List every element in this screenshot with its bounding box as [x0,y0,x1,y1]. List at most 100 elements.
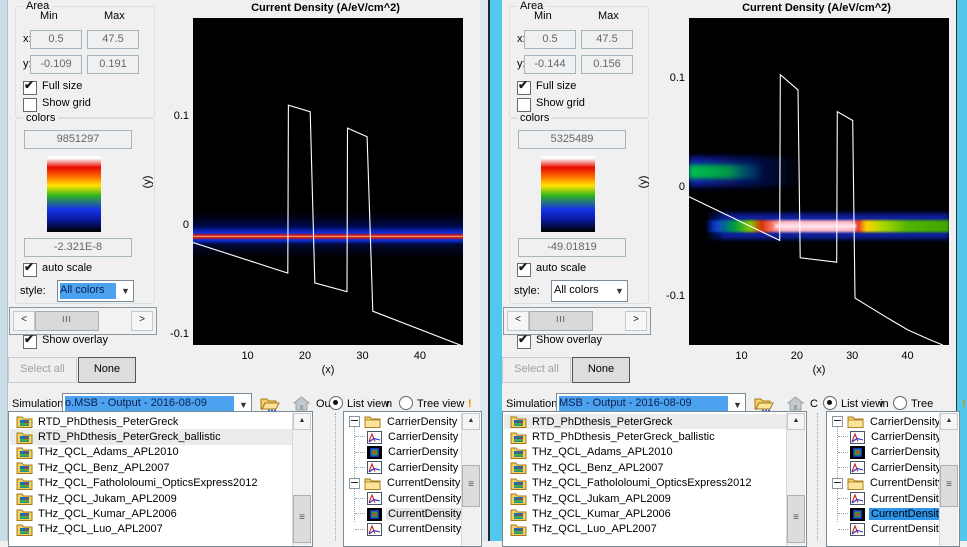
list-item[interactable]: THz_QCL_Kumar_APL2006 [10,506,292,521]
style-combo[interactable]: All colors ▼ [551,280,628,302]
list-item[interactable]: RTD_PhDthesis_PeterGreck_ballistic [504,429,786,444]
heatmap-icon [850,446,865,459]
list-item[interactable]: THz_QCL_Luo_APL2007 [504,522,786,537]
scroll-up-button[interactable]: ▲ [293,413,311,430]
scroll-up-button[interactable]: ▲ [462,413,480,430]
x-min-field[interactable]: 0.5 [524,30,576,49]
tree-group[interactable]: CurrentDensity [346,476,462,491]
none-button[interactable]: None [78,357,136,383]
scrollbar-thumb[interactable]: ≡ [787,495,805,543]
list-item[interactable]: THz_QCL_Jukam_APL2009 [504,491,786,506]
auto-scale-checkbox[interactable]: ✔ [23,263,37,277]
list-item[interactable]: THz_QCL_Benz_APL2007 [504,460,786,475]
tree-item[interactable]: CurrentDensity [346,522,462,537]
color-min-value[interactable]: -49.01819 [518,238,626,257]
select-all-button[interactable]: Select all [502,357,571,383]
list-item[interactable]: RTD_PhDthesis_PeterGreck [504,414,786,429]
list-item[interactable]: RTD_PhDthesis_PeterGreck [10,414,292,429]
heatmap-plot[interactable] [689,18,949,345]
tree-item[interactable]: CarrierDensity [346,460,462,475]
tree-item[interactable]: CurrentDensity [346,506,462,521]
show-grid-checkbox[interactable] [23,98,37,112]
chevron-down-icon[interactable]: ▼ [612,281,627,301]
tree-group[interactable]: CarrierDensity [829,414,940,429]
color-max-value[interactable]: 5325489 [518,130,626,149]
scroll-left-button[interactable]: < [13,311,35,331]
list-item[interactable]: THz_QCL_Adams_APL2010 [504,445,786,460]
chevron-down-icon[interactable]: ▼ [118,281,133,301]
style-combo[interactable]: All colors ▼ [57,280,134,302]
scrollbar-thumb[interactable]: III [35,311,99,331]
x-max-field[interactable]: 47.5 [87,30,139,49]
color-min-value[interactable]: -2.321E-8 [24,238,132,257]
y-max-field[interactable]: 0.156 [581,55,633,74]
tree-item[interactable]: CarrierDensity [829,445,940,460]
y-min-field[interactable]: -0.144 [524,55,576,74]
tree-item[interactable]: CurrentDensity [829,491,940,506]
scrollbar-thumb[interactable]: ≡ [462,465,480,507]
list-scrollbar[interactable]: ▲ ≡ [786,413,805,546]
list-item-label: THz_QCL_Benz_APL2007 [38,462,169,474]
tree-collapse-toggle[interactable] [832,478,843,489]
tree-item[interactable]: CarrierDensity [346,429,462,444]
horizontal-scrollbar[interactable]: < III > [9,307,157,335]
tree-item[interactable]: CurrentDensity [829,506,940,521]
show-overlay-checkbox[interactable]: ✔ [517,335,531,349]
scroll-up-button[interactable]: ▲ [940,413,958,430]
list-item[interactable]: THz_QCL_Fathololoumi_OpticsExpress2012 [504,476,786,491]
tree-collapse-toggle[interactable] [832,416,843,427]
list-tree-splitter[interactable] [817,413,818,541]
list-item[interactable]: THz_QCL_Luo_APL2007 [10,522,292,537]
tree-item[interactable]: CurrentDensity [346,491,462,506]
list-item[interactable]: THz_QCL_Fathololoumi_OpticsExpress2012 [10,476,292,491]
show-grid-checkbox[interactable] [517,98,531,112]
list-item[interactable]: THz_QCL_Benz_APL2007 [10,460,292,475]
tree-item[interactable]: CarrierDensity [829,460,940,475]
scroll-up-button[interactable]: ▲ [787,413,805,430]
scrollbar-thumb[interactable]: ≡ [293,495,311,543]
scrollbar-thumb[interactable]: ≡ [940,465,958,507]
list-item-label: THz_QCL_Kumar_APL2006 [38,508,177,520]
tree-item[interactable]: CarrierDensity [346,445,462,460]
tree-scrollbar[interactable]: ▲ ≡ [461,413,480,546]
tree-collapse-toggle[interactable] [349,478,360,489]
full-size-checkbox[interactable]: ✔ [23,81,37,95]
tree-group[interactable]: CarrierDensity [346,414,462,429]
tree-collapse-toggle[interactable] [349,416,360,427]
colors-group-title: colors [517,112,552,124]
tree-item[interactable]: CurrentDensity [829,522,940,537]
select-all-button[interactable]: Select all [8,357,77,383]
tree-item[interactable]: CarrierDensity [829,429,940,444]
list-item[interactable]: RTD_PhDthesis_PeterGreck_ballistic [10,429,292,444]
list-item-label: RTD_PhDthesis_PeterGreck_ballistic [38,431,221,443]
scroll-right-button[interactable]: > [131,311,153,331]
y-min-field[interactable]: -0.109 [30,55,82,74]
simulation-folder-icon [510,446,527,459]
list-item[interactable]: THz_QCL_Jukam_APL2009 [10,491,292,506]
y-max-field[interactable]: 0.191 [87,55,139,74]
heatmap-plot[interactable] [193,18,463,345]
tree-view-radio[interactable] [399,396,413,410]
horizontal-scrollbar[interactable]: < III > [503,307,651,335]
colorbar [541,156,595,232]
list-item[interactable]: THz_QCL_Kumar_APL2006 [504,506,786,521]
show-overlay-checkbox[interactable]: ✔ [23,335,37,349]
full-size-checkbox[interactable]: ✔ [517,81,531,95]
list-tree-splitter[interactable] [335,413,336,541]
heatmap-canvas [193,18,463,345]
none-button[interactable]: None [572,357,630,383]
x-min-field[interactable]: 0.5 [30,30,82,49]
tree-scrollbar[interactable]: ▲ ≡ [939,413,958,546]
list-view-radio[interactable] [823,396,837,410]
list-scrollbar[interactable]: ▲ ≡ [292,413,311,546]
list-view-radio[interactable] [329,396,343,410]
tree-view-radio[interactable] [893,396,907,410]
scroll-right-button[interactable]: > [625,311,647,331]
color-max-value[interactable]: 9851297 [24,130,132,149]
x-max-field[interactable]: 47.5 [581,30,633,49]
scrollbar-thumb[interactable]: III [529,311,593,331]
tree-group[interactable]: CurrentDensity [829,476,940,491]
auto-scale-checkbox[interactable]: ✔ [517,263,531,277]
scroll-left-button[interactable]: < [507,311,529,331]
list-item[interactable]: THz_QCL_Adams_APL2010 [10,445,292,460]
